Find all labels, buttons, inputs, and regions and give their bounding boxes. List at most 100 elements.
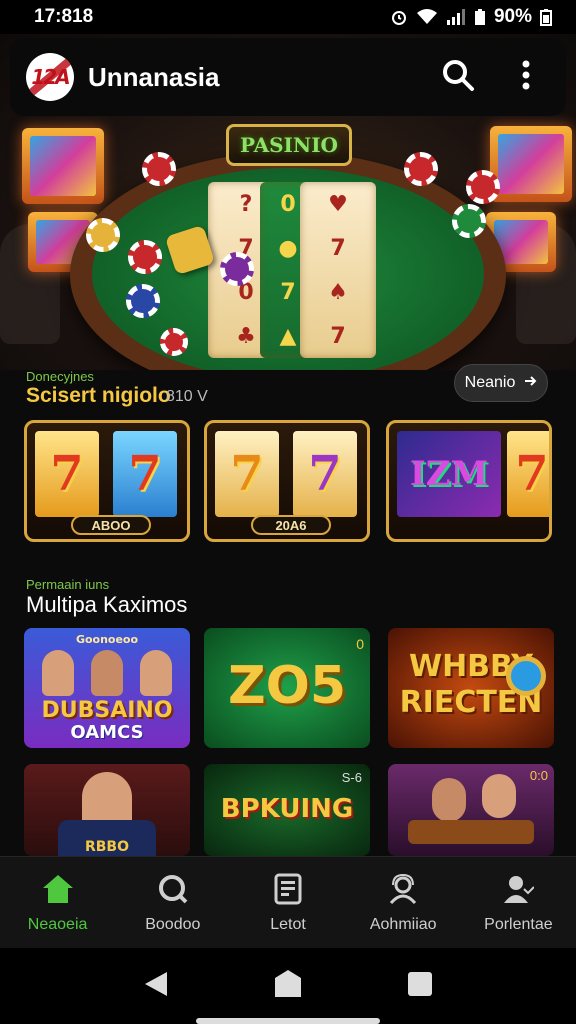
search-circle-icon (156, 872, 190, 906)
profile-icon (501, 872, 535, 906)
nav-home[interactable]: Neaoeia (0, 857, 115, 948)
reel-symbol: ● (278, 235, 298, 261)
status-icons: 90% (390, 6, 552, 28)
nav-search[interactable]: Boodoo (115, 857, 230, 948)
reel-symbol: 7 (330, 235, 346, 261)
home-icon (41, 872, 75, 906)
game-card[interactable]: ZO5 0 (204, 628, 370, 748)
home-circle-icon (274, 969, 302, 1004)
poker-chip (126, 284, 160, 318)
slot-reel: 7 (113, 431, 177, 517)
slot-game-card[interactable]: IZM 7 (386, 420, 552, 542)
nav-profile-label: Porlentae (484, 915, 553, 933)
reel-symbol: ♥ (328, 191, 348, 217)
game-card-top: 0:0 (529, 768, 548, 783)
slot-game-card[interactable]: 7 7 20A6 (204, 420, 370, 542)
section-title: Scisert nigiolo (26, 384, 171, 407)
slot-reel: 7 (507, 431, 549, 517)
section-subtitle: Donecyjnes (26, 369, 94, 384)
poker-chip (86, 218, 120, 252)
player-avatar (482, 774, 516, 818)
slot-machine-left (22, 128, 104, 204)
game-table (408, 820, 534, 844)
reel: ♥ 7 ♠ 7 (300, 182, 376, 358)
nav-profile[interactable]: Porlentae (461, 857, 576, 948)
game-card[interactable]: 0:0 (388, 764, 554, 856)
reel-symbol: 0 (280, 191, 296, 217)
poker-chip (220, 252, 254, 286)
recents-button[interactable] (400, 966, 440, 1006)
game-card[interactable]: Goonoeoo DUBSAINO OAMCS (24, 628, 190, 748)
slot-reel: 7 (215, 431, 279, 517)
app-title: Unnanasia (88, 61, 220, 92)
gesture-handle (196, 1018, 380, 1024)
logo-text: 12A (31, 65, 70, 89)
support-agent-icon (386, 872, 420, 906)
slot-machine-right (490, 126, 572, 202)
casino-sign: PASINIO (226, 124, 352, 166)
game-card[interactable]: BPKUING S-6 (204, 764, 370, 856)
app-logo[interactable]: 12A (26, 53, 74, 101)
game-card-title: ZO5 (227, 656, 347, 716)
slot-reel: 7 (35, 431, 99, 517)
slot-reel: 7 (293, 431, 357, 517)
section-subtitle: Permaain iuns (26, 577, 110, 592)
arrow-right-icon (523, 374, 537, 393)
reel-symbol: ? (239, 191, 253, 217)
section-title: Multipa Kaximos (26, 592, 188, 617)
game-card[interactable]: RBBO (24, 764, 190, 856)
poker-chip (142, 152, 176, 186)
slot-reel: IZM (397, 431, 501, 517)
battery-small-icon (474, 8, 486, 26)
nav-receipt[interactable]: Letot (230, 857, 345, 948)
alarm-icon (390, 8, 408, 26)
slot-badge: 20A6 (251, 515, 331, 535)
game-card-top: 0 (356, 636, 364, 652)
reel-symbol: ♣ (236, 323, 256, 349)
game-card-faces (42, 650, 172, 700)
signal-icon (446, 8, 466, 26)
battery-percent: 90% (493, 6, 532, 27)
reel-symbol: 7 (280, 279, 296, 305)
back-button[interactable] (136, 966, 176, 1006)
poker-chip (452, 204, 486, 238)
slot-badge: ABOO (71, 515, 151, 535)
game-card-title: RBBO (84, 839, 130, 855)
nav-receipt-label: Letot (270, 915, 306, 933)
battery-icon (540, 8, 552, 26)
game-card-top: Goonoeoo (75, 633, 139, 646)
search-button[interactable] (434, 53, 482, 101)
reel-symbol: ▲ (279, 323, 297, 349)
app-bar: 12A Unnanasia (10, 38, 566, 116)
next-button[interactable]: Neanio (454, 364, 548, 402)
next-button-label: Neanio (464, 374, 516, 391)
reel-symbol: 7 (330, 323, 346, 349)
system-navigation-bar (0, 948, 576, 1024)
casino-sign-text: PASINIO (240, 133, 338, 157)
nav-support[interactable]: Aohmiiao (346, 857, 461, 948)
nav-search-label: Boodoo (145, 915, 201, 933)
poker-chip (160, 328, 188, 356)
more-vertical-icon (521, 60, 531, 95)
nav-support-label: Aohmiiao (369, 915, 437, 933)
game-card-title: DUBSAINO (41, 698, 173, 723)
reel-symbol: ♠ (328, 279, 348, 305)
home-system-button[interactable] (268, 966, 308, 1006)
player-avatar (432, 778, 466, 822)
wifi-icon (416, 8, 438, 26)
poker-chip (466, 170, 500, 204)
recents-square-icon (407, 971, 433, 1002)
poker-chip (128, 240, 162, 274)
search-icon (441, 58, 475, 97)
game-card[interactable]: WHBBY RIECTEN (388, 628, 554, 748)
back-triangle-icon (143, 970, 169, 1003)
game-card-title: BPKUING (220, 794, 354, 824)
section-count: 810 V (166, 388, 208, 405)
coin-icon (506, 656, 546, 696)
status-bar: 17:818 90% (0, 0, 576, 34)
bottom-navigation: Neaoeia Boodoo Letot Aohmiiao Porlentae (0, 856, 576, 948)
nav-home-label: Neaoeia (27, 915, 88, 933)
slot-game-card[interactable]: 7 7 ABOO (24, 420, 190, 542)
more-options-button[interactable] (502, 53, 550, 101)
poker-chip (404, 152, 438, 186)
